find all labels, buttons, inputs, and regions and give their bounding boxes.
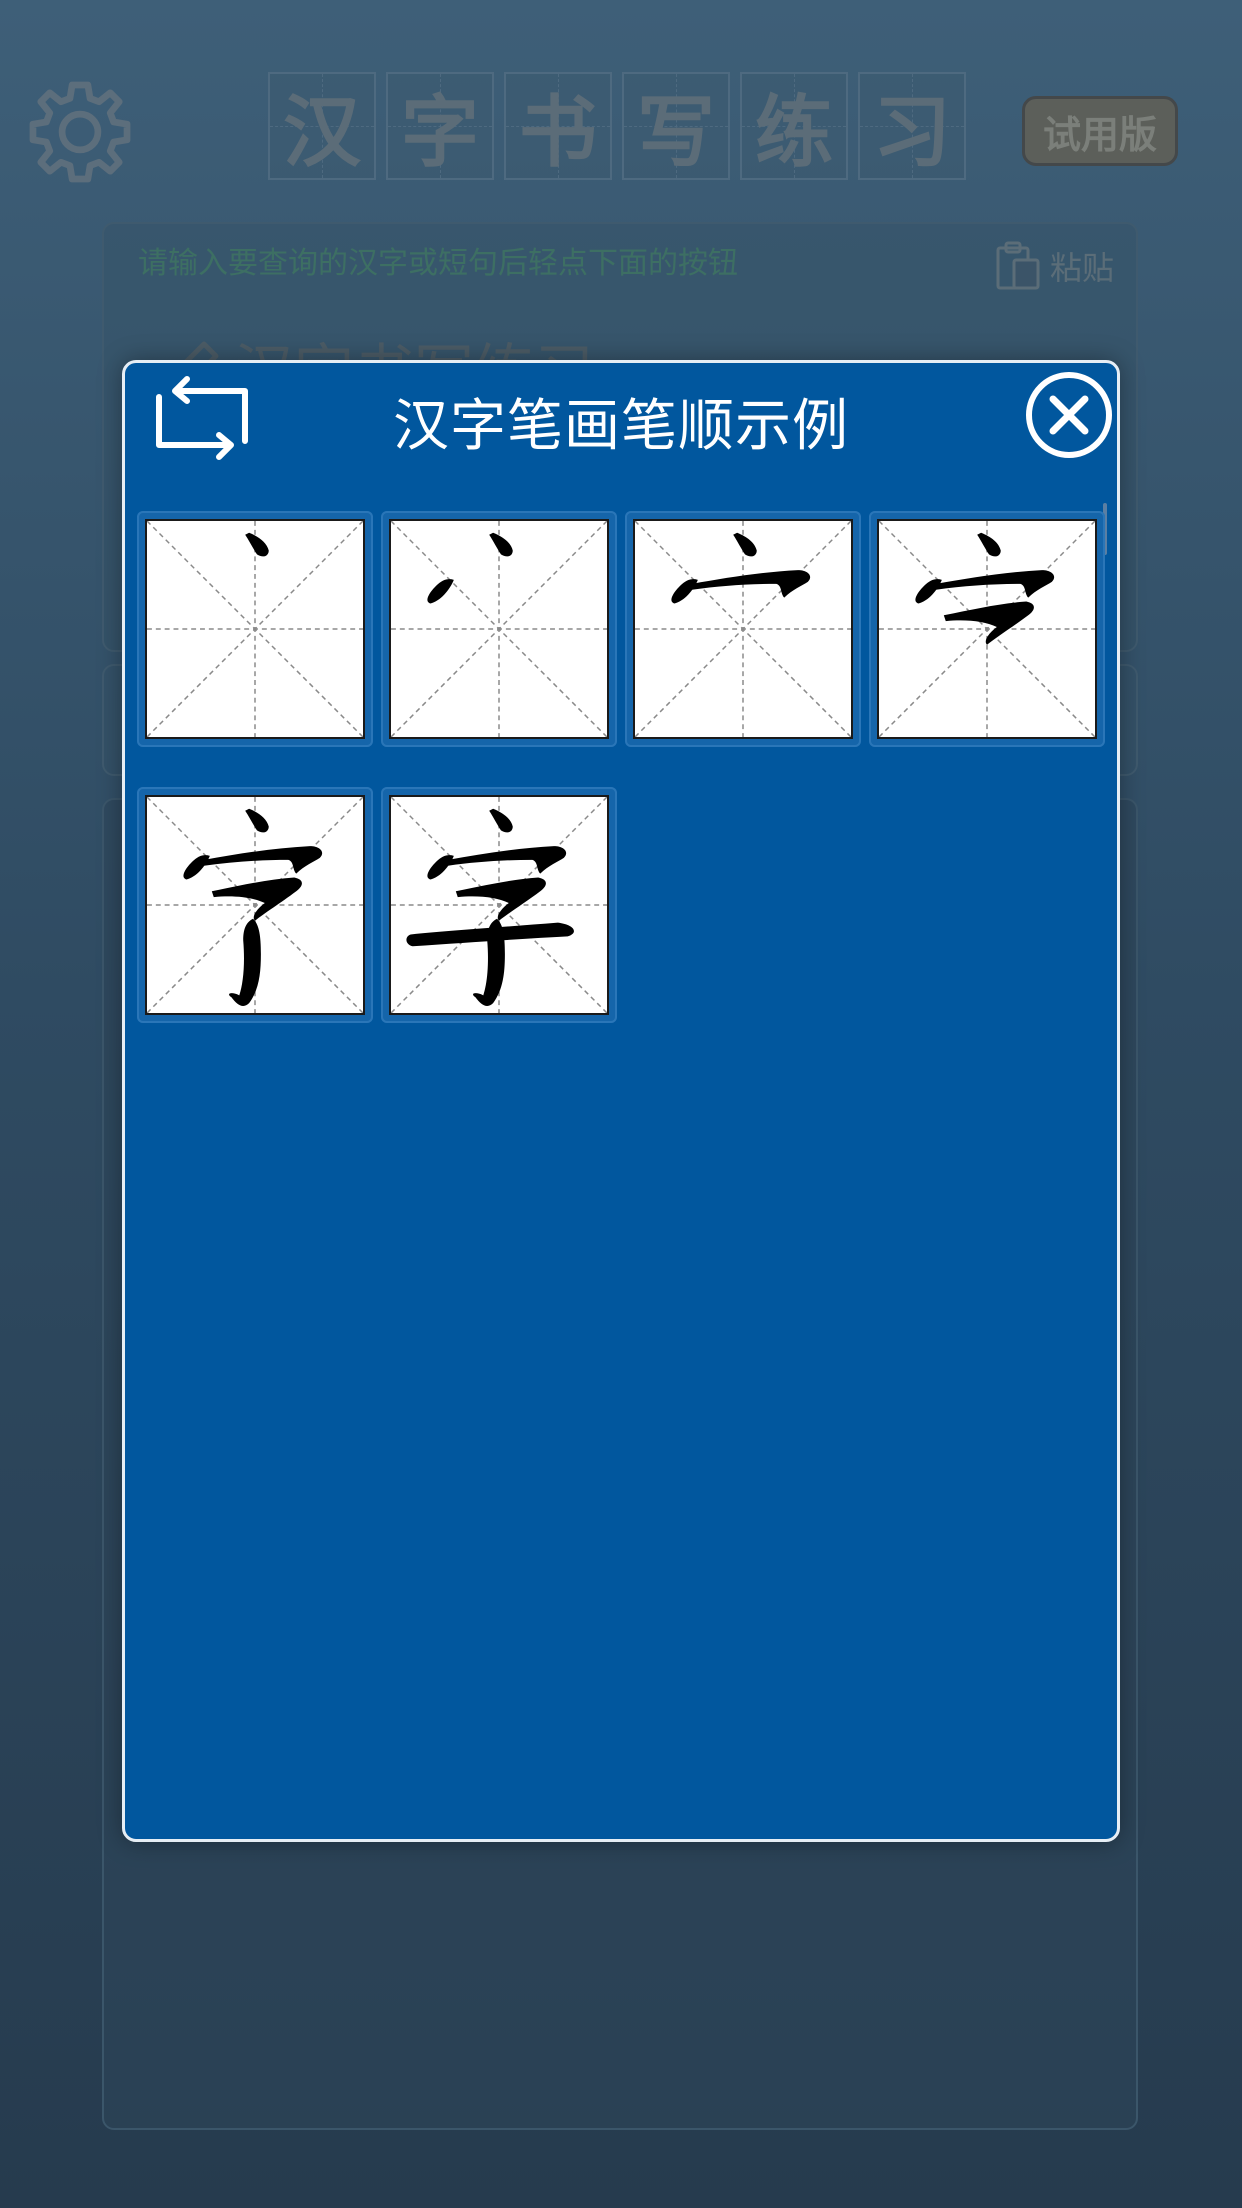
paste-button[interactable]: 粘贴 [994, 238, 1114, 294]
paste-label: 粘贴 [1049, 249, 1114, 287]
brush-stroke [943, 601, 1034, 645]
stroke-step-drawing [147, 797, 363, 1013]
brush-stroke [427, 855, 454, 880]
brush-stroke [245, 532, 269, 557]
stroke-step-tile[interactable] [381, 787, 617, 1023]
stroke-step-tile[interactable] [137, 511, 373, 747]
title-char-cell: 练 [740, 72, 848, 180]
title-char: 书 [518, 87, 597, 178]
trial-badge[interactable]: 试用版 [1022, 96, 1178, 166]
title-char-cell: 习 [858, 72, 966, 180]
brush-stroke [671, 579, 698, 604]
brush-stroke [447, 846, 567, 874]
clipboard-icon [996, 241, 1040, 290]
brush-stroke [427, 579, 454, 604]
stroke-step-tile[interactable] [381, 511, 617, 747]
brush-stroke [203, 846, 323, 874]
title-char-cell: 汉 [268, 72, 376, 180]
practice-grid-box [877, 519, 1097, 739]
input-hint: 请输入要查询的汉字或短句后轻点下面的按钮 [138, 246, 738, 281]
brush-stroke [915, 579, 942, 604]
gear-icon[interactable] [24, 76, 136, 188]
title-char-cell: 书 [504, 72, 612, 180]
brush-stroke [691, 570, 811, 598]
title-char: 习 [872, 87, 951, 178]
practice-grid-box [389, 795, 609, 1015]
brush-stroke [935, 570, 1055, 598]
brush-stroke [455, 877, 546, 921]
practice-grid-box [145, 795, 365, 1015]
stroke-step-tile[interactable] [869, 511, 1105, 747]
app-title: 汉 字 书 写 练 习 [268, 72, 966, 180]
brush-stroke [211, 877, 302, 921]
stroke-order-dialog: 汉字笔画笔顺示例 [122, 360, 1120, 1842]
brush-stroke [489, 808, 513, 833]
stroke-step-drawing [879, 521, 1095, 737]
title-char: 写 [636, 87, 715, 178]
brush-stroke [977, 532, 1001, 557]
practice-grid-box [145, 519, 365, 739]
brush-stroke [733, 532, 757, 557]
stroke-step-drawing [635, 521, 851, 737]
title-char-cell: 写 [622, 72, 730, 180]
brush-stroke [183, 855, 210, 880]
title-char: 字 [400, 87, 479, 178]
brush-stroke [489, 532, 513, 557]
stroke-step-tile[interactable] [625, 511, 861, 747]
dialog-title: 汉字笔画笔顺示例 [393, 394, 849, 459]
close-icon[interactable] [1023, 369, 1115, 461]
practice-grid-box [389, 519, 609, 739]
stroke-step-tile[interactable] [137, 787, 373, 1023]
practice-grid-box [633, 519, 853, 739]
title-char: 汉 [282, 87, 361, 178]
brush-stroke [229, 918, 261, 1007]
title-char-cell: 字 [386, 72, 494, 180]
stroke-step-drawing [391, 521, 607, 737]
stroke-step-drawing [391, 797, 607, 1013]
title-char: 练 [754, 87, 833, 178]
stroke-step-drawing [147, 521, 363, 737]
brush-stroke [245, 808, 269, 833]
